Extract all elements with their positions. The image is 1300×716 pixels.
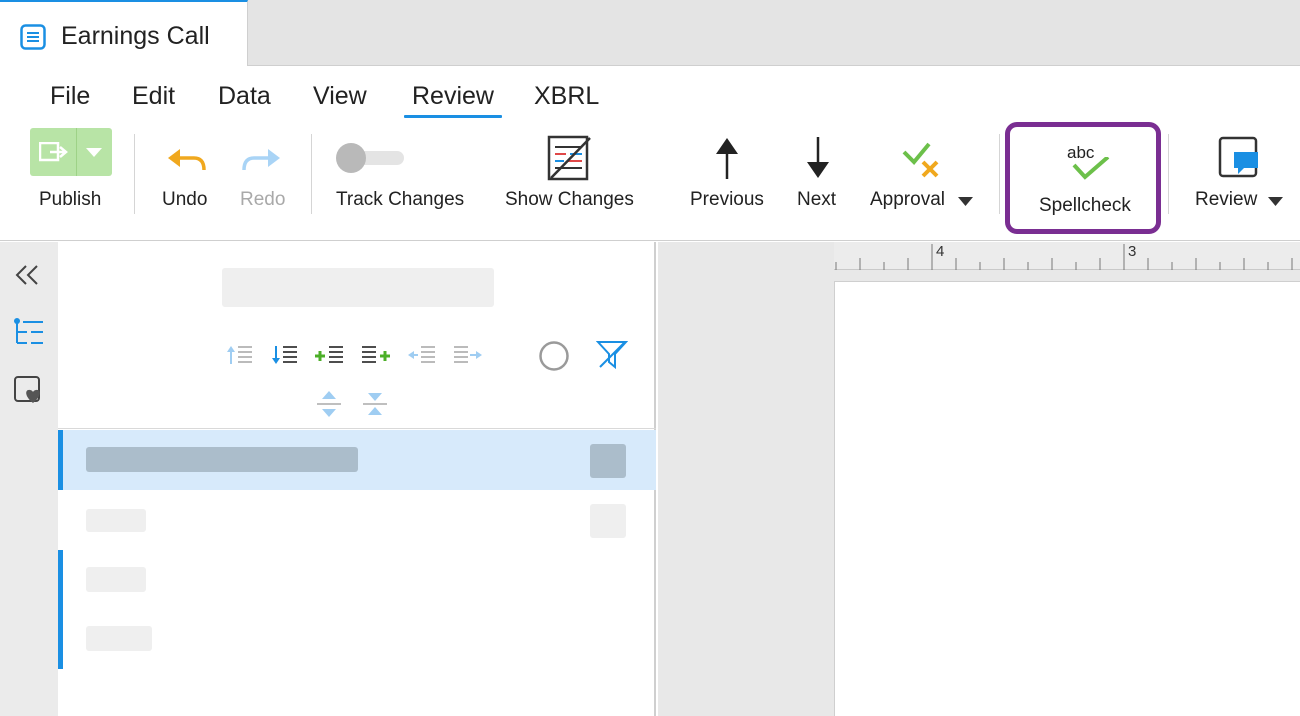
row-badge-placeholder xyxy=(590,444,626,478)
track-changes-toggle[interactable] xyxy=(336,143,404,173)
spellcheck-label: Spellcheck xyxy=(1039,195,1131,216)
row-indicator xyxy=(58,550,63,669)
show-changes-label: Show Changes xyxy=(505,189,634,210)
publish-icon xyxy=(39,142,68,162)
chevron-down-icon[interactable] xyxy=(958,197,973,206)
list-item[interactable] xyxy=(58,490,656,550)
show-changes-icon xyxy=(547,135,591,181)
move-down-icon[interactable] xyxy=(271,344,299,366)
arrow-up-icon xyxy=(716,138,738,179)
chevron-down-icon[interactable] xyxy=(86,148,102,157)
approval-button[interactable] xyxy=(895,136,947,182)
menu-data[interactable]: Data xyxy=(218,82,271,111)
list-item[interactable] xyxy=(58,610,656,670)
add-after-icon[interactable] xyxy=(361,344,391,366)
publish-label: Publish xyxy=(39,189,102,210)
show-changes-button[interactable] xyxy=(540,132,600,186)
add-before-icon[interactable] xyxy=(315,344,345,366)
horizontal-ruler: 4 3 xyxy=(834,242,1300,270)
outline-tree-icon[interactable] xyxy=(13,317,45,347)
document-icon xyxy=(20,24,46,55)
circle-toggle-icon[interactable] xyxy=(538,340,570,372)
favorites-icon[interactable] xyxy=(13,375,43,405)
side-rail xyxy=(0,242,58,716)
document-tab[interactable]: Earnings Call xyxy=(0,0,248,67)
document-area: 4 3 xyxy=(658,242,1300,716)
menu-edit[interactable]: Edit xyxy=(132,82,175,111)
menu-bar: File Edit Data View Review XBRL xyxy=(0,66,1300,122)
indent-icon[interactable] xyxy=(453,344,483,366)
undo-icon xyxy=(168,149,206,171)
spellcheck-icon xyxy=(1072,157,1110,180)
next-label: Next xyxy=(797,189,837,210)
move-up-icon[interactable] xyxy=(226,344,254,366)
ruler-label: 3 xyxy=(1128,243,1137,260)
previous-label: Previous xyxy=(690,189,764,210)
comment-icon xyxy=(1218,136,1258,178)
track-changes-label: Track Changes xyxy=(336,189,465,210)
list-item[interactable] xyxy=(58,430,656,490)
menu-xbrl[interactable]: XBRL xyxy=(534,82,599,111)
outline-search-placeholder xyxy=(222,268,494,307)
row-title-placeholder xyxy=(86,509,146,532)
tab-bar: Earnings Call xyxy=(0,0,1300,67)
toolbar-divider xyxy=(999,134,1000,214)
expand-all-icon[interactable] xyxy=(316,390,342,418)
row-title-placeholder xyxy=(86,626,152,651)
ribbon-toolbar: Publish Undo Redo Track Changes Show Cha… xyxy=(0,122,1300,241)
publish-split-divider xyxy=(76,128,77,176)
collapse-all-icon[interactable] xyxy=(362,390,388,418)
toolbar-divider xyxy=(134,134,135,214)
row-badge-placeholder xyxy=(590,504,626,538)
redo-label: Redo xyxy=(240,189,286,210)
row-title-placeholder xyxy=(86,447,358,472)
chevron-down-icon[interactable] xyxy=(1268,197,1283,206)
toolbar-divider xyxy=(1168,134,1169,214)
ruler-ticks xyxy=(835,244,1293,270)
approval-icon xyxy=(902,142,939,178)
publish-button[interactable] xyxy=(30,128,112,176)
outdent-icon[interactable] xyxy=(407,344,437,366)
menu-view[interactable]: View xyxy=(313,82,367,111)
redo-icon xyxy=(242,149,280,171)
collapse-panel-icon[interactable] xyxy=(14,264,40,286)
row-indicator xyxy=(58,430,63,490)
outline-panel xyxy=(58,242,656,716)
review-button[interactable] xyxy=(1212,136,1264,182)
list-item[interactable] xyxy=(58,550,656,610)
review-label: Review xyxy=(1195,189,1258,210)
panel-divider xyxy=(58,428,656,429)
undo-label: Undo xyxy=(162,189,208,210)
toggle-knob xyxy=(336,143,366,173)
toolbar-divider xyxy=(311,134,312,214)
menu-file[interactable]: File xyxy=(50,82,90,111)
previous-button[interactable] xyxy=(700,134,754,184)
arrow-down-icon xyxy=(807,137,829,178)
next-button[interactable] xyxy=(791,134,845,184)
document-page[interactable] xyxy=(834,281,1300,716)
filter-icon[interactable] xyxy=(596,340,628,370)
ruler-label: 4 xyxy=(936,243,945,260)
approval-label: Approval xyxy=(870,189,945,210)
document-title: Earnings Call xyxy=(61,22,210,50)
row-title-placeholder xyxy=(86,567,146,592)
menu-review[interactable]: Review xyxy=(404,82,502,118)
spellcheck-button[interactable]: abc Spellcheck xyxy=(1005,122,1161,234)
